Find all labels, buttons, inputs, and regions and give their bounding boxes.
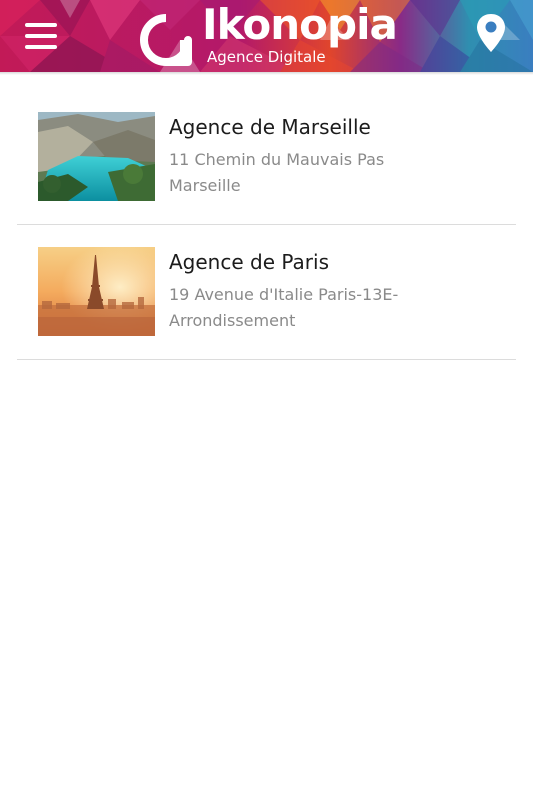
agency-thumbnail [38, 112, 155, 201]
agency-item-paris[interactable]: Agence de Paris 19 Avenue d'Italie Paris… [17, 225, 516, 360]
address-line-1: 19 Avenue d'Italie Paris-13E- [169, 285, 399, 304]
address-line-2: Arrondissement [169, 311, 296, 330]
logo-mark-icon [140, 14, 192, 66]
agency-address: 11 Chemin du Mauvais Pas Marseille [169, 147, 424, 199]
brand-logo: Ikonopia Agence Digitale [138, 0, 400, 68]
agency-thumbnail [38, 247, 155, 336]
eiffel-tower-sunset-photo [38, 247, 155, 336]
agency-name: Agence de Marseille [169, 115, 371, 139]
address-line-1: 11 Chemin du Mauvais Pas [169, 150, 385, 169]
agency-address: 19 Avenue d'Italie Paris-13E- Arrondisse… [169, 282, 424, 334]
agency-item-marseille[interactable]: Agence de Marseille 11 Chemin du Mauvais… [17, 90, 516, 225]
header-shadow [0, 72, 533, 75]
brand-tagline: Agence Digitale [207, 48, 326, 66]
calanque-landscape-photo [38, 112, 155, 201]
agency-list: Agence de Marseille 11 Chemin du Mauvais… [17, 90, 516, 360]
agency-name: Agence de Paris [169, 250, 329, 274]
app-header: Ikonopia Agence Digitale [0, 0, 533, 72]
app-screen: Ikonopia Agence Digitale Agence de Marse… [0, 0, 533, 800]
menu-button[interactable] [18, 14, 64, 58]
map-pin-icon [477, 14, 505, 52]
location-button[interactable] [474, 12, 508, 54]
brand-name: Ikonopia [202, 0, 398, 49]
address-line-2: Marseille [169, 176, 241, 195]
